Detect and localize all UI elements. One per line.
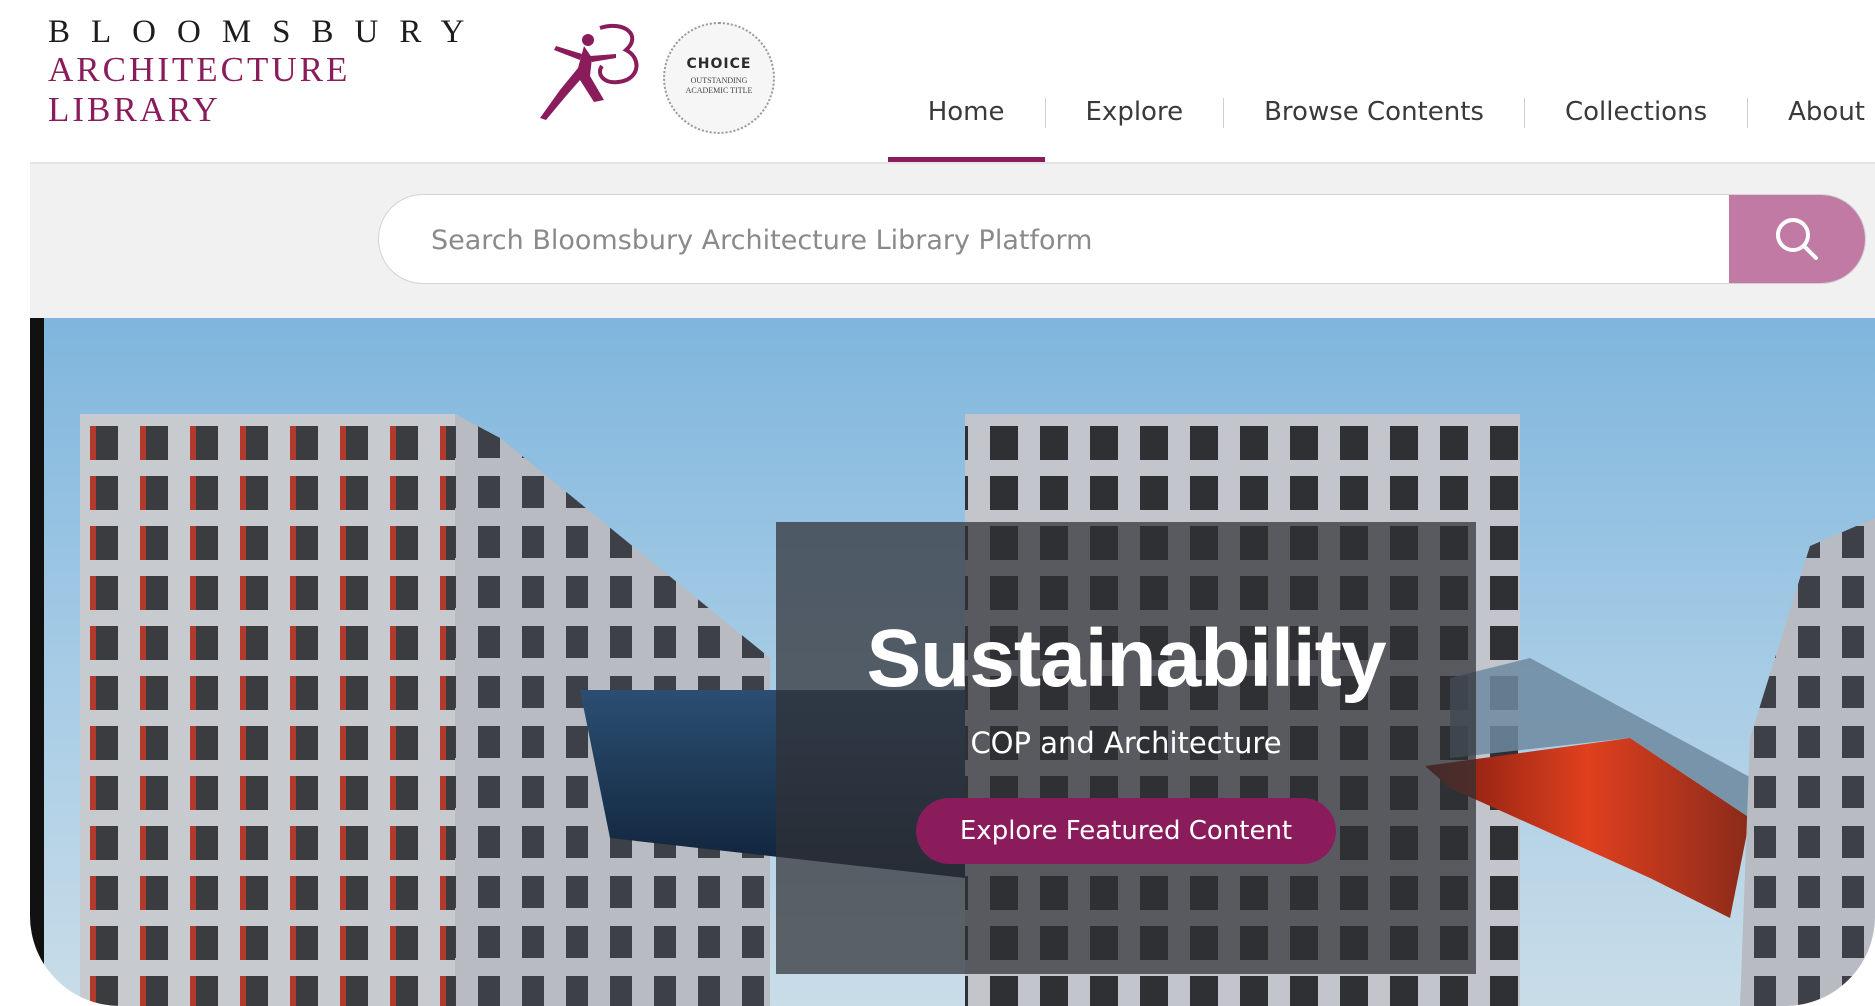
search-button[interactable] — [1729, 195, 1865, 283]
choice-award-badge: CHOICE OUTSTANDING ACADEMIC TITLE — [663, 22, 775, 134]
site-header: BLOOMSBURY ARCHITECTURE LIBRARY CHOICE O… — [30, 0, 1875, 164]
bloomsbury-figure-logo-icon — [540, 23, 639, 120]
nav-explore[interactable]: Explore — [1046, 88, 1224, 162]
search-band — [30, 164, 1875, 318]
explore-featured-content-button[interactable]: Explore Featured Content — [915, 798, 1337, 864]
logo-line-library: LIBRARY — [48, 90, 221, 129]
site-logo[interactable]: BLOOMSBURY ARCHITECTURE LIBRARY — [48, 14, 485, 130]
choice-badge-sub1: OUTSTANDING — [690, 76, 748, 85]
search-icon — [1776, 218, 1818, 260]
nav-collections[interactable]: Collections — [1525, 88, 1747, 162]
logo-line-bloomsbury: BLOOMSBURY — [48, 14, 486, 50]
main-nav: Home Explore Browse Contents Collections… — [887, 88, 1875, 162]
search-bar — [378, 194, 1866, 284]
logo-line-architecture: ARCHITECTURE — [48, 50, 351, 89]
hero-overlay-panel: Sustainability COP and Architecture Expl… — [776, 522, 1476, 974]
search-input[interactable] — [429, 195, 1713, 283]
hero-subtitle: COP and Architecture — [970, 726, 1282, 760]
nav-about[interactable]: About — [1748, 88, 1875, 162]
choice-badge-title: CHOICE — [686, 56, 752, 72]
nav-home[interactable]: Home — [887, 88, 1045, 162]
choice-badge-sub2: ACADEMIC TITLE — [685, 86, 753, 95]
hero-banner: Sustainability COP and Architecture Expl… — [30, 318, 1875, 1006]
browser-viewport: BLOOMSBURY ARCHITECTURE LIBRARY CHOICE O… — [30, 0, 1875, 1006]
hero-left-edge — [30, 318, 44, 1006]
nav-browse-contents[interactable]: Browse Contents — [1224, 88, 1524, 162]
hero-title: Sustainability — [866, 613, 1386, 704]
